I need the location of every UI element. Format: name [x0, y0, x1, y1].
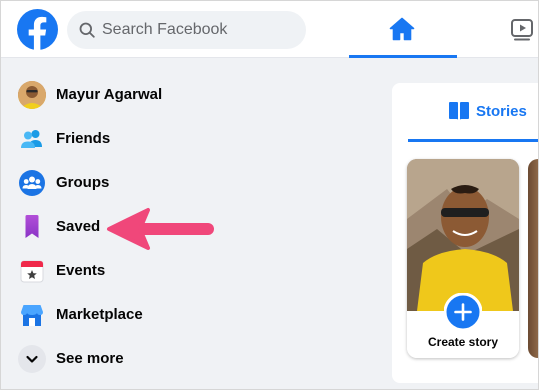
tab-stories[interactable]: Stories — [408, 83, 538, 142]
top-navigation-bar — [1, 1, 538, 58]
sidebar-item-events[interactable]: Events — [9, 249, 289, 293]
sidebar-item-groups[interactable]: Groups — [9, 161, 289, 205]
search-icon — [79, 22, 95, 38]
plus-icon[interactable] — [444, 293, 482, 331]
sidebar-item-label: Friends — [56, 130, 111, 147]
create-story-card[interactable]: Create story — [407, 159, 519, 358]
facebook-logo-icon[interactable] — [17, 9, 58, 50]
story-profile-photo — [407, 159, 519, 311]
facebook-window: Mayur Agarwal Friends Groups — [0, 0, 539, 390]
tab-stories-label: Stories — [476, 103, 527, 120]
chevron-down-icon — [26, 355, 38, 363]
sidebar-item-profile[interactable]: Mayur Agarwal — [9, 73, 289, 117]
friends-icon — [21, 130, 42, 148]
shop-icon — [21, 305, 43, 326]
bookmark-icon — [25, 215, 39, 238]
pink-arrow-annotation — [107, 208, 214, 250]
groups-icon — [19, 170, 45, 196]
sidebar-item-label: Events — [56, 262, 106, 279]
sidebar-item-label: Groups — [56, 174, 110, 191]
active-tab-indicator — [408, 139, 538, 142]
sidebar-item-label: Saved — [56, 218, 101, 235]
sidebar-item-see-more[interactable]: See more — [9, 337, 289, 381]
sidebar-item-label: Marketplace — [56, 306, 143, 323]
video-play-icon — [511, 19, 533, 41]
create-story-label: Create story — [427, 335, 499, 349]
active-tab-indicator — [349, 55, 457, 58]
avatar-image — [18, 81, 46, 109]
sidebar-item-label: Mayur Agarwal — [56, 86, 163, 103]
search-input[interactable] — [102, 11, 297, 49]
search-box[interactable] — [67, 11, 306, 49]
sidebar-item-friends[interactable]: Friends — [9, 117, 289, 161]
profile-avatar — [18, 81, 46, 109]
home-icon — [389, 17, 415, 41]
sidebar-item-label: See more — [56, 350, 124, 367]
sidebar-item-marketplace[interactable]: Marketplace — [9, 293, 289, 337]
book-open-icon — [449, 102, 469, 120]
see-more-circle — [18, 345, 46, 373]
story-card-next[interactable] — [528, 159, 538, 358]
nav-tab-home[interactable] — [349, 1, 457, 58]
stories-panel: Stories Create story — [392, 83, 538, 383]
nav-tab-watch[interactable] — [501, 11, 538, 51]
calendar-star-icon — [20, 260, 44, 283]
